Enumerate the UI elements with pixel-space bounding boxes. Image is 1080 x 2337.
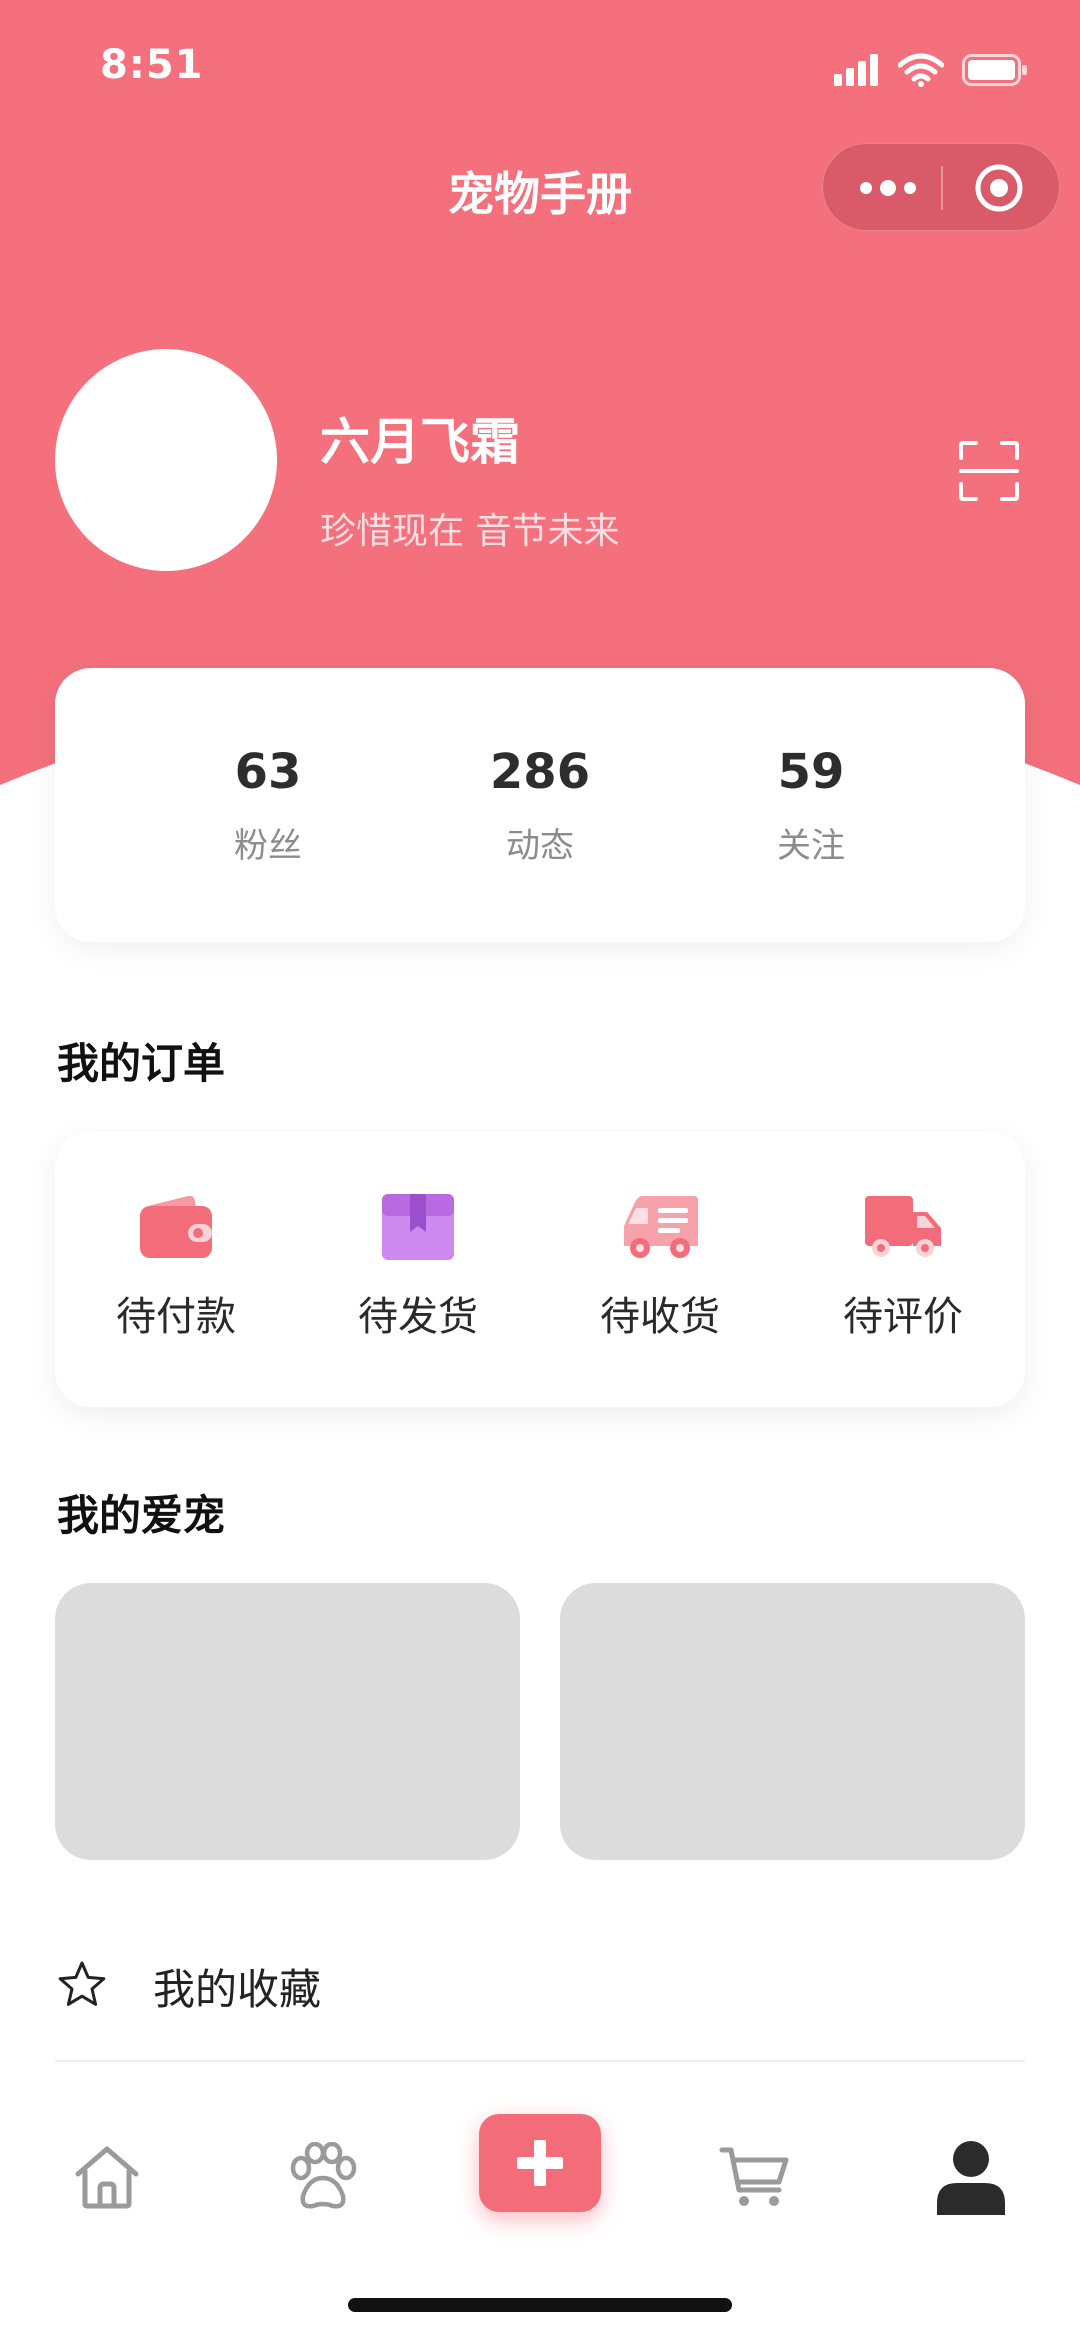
truck-icon (865, 1196, 941, 1257)
favorites-row[interactable]: 我的收藏 (55, 1940, 1025, 2062)
stat-label: 关注 (777, 826, 845, 866)
status-bar: 8:51 (0, 0, 1080, 140)
order-label: 待评价 (843, 1294, 963, 1340)
stat-value: 286 (489, 744, 591, 800)
user-icon (937, 2141, 1005, 2215)
order-label: 待发货 (358, 1294, 478, 1340)
pet-card[interactable] (55, 1583, 520, 1860)
stat-label: 粉丝 (234, 826, 302, 866)
van-icon (624, 1196, 698, 1258)
star-outline-icon (58, 1961, 106, 2006)
miniprogram-capsule (822, 143, 1060, 231)
stat-label: 动态 (506, 826, 574, 866)
favorites-label: 我的收藏 (153, 1965, 322, 2014)
username: 六月飞霜 (320, 413, 520, 471)
order-pending-shipment[interactable]: 待发货 (318, 1192, 518, 1342)
order-label: 待付款 (116, 1294, 236, 1340)
pets-section-title: 我的爱宠 (57, 1491, 226, 1540)
wallet-icon (140, 1195, 212, 1258)
stat-value: 63 (234, 744, 302, 800)
battery-icon (962, 54, 1027, 86)
user-motto: 珍惜现在 音节未来 (320, 511, 620, 552)
paw-icon (290, 2142, 357, 2209)
wifi-icon (898, 53, 944, 87)
add-icon (517, 2140, 563, 2186)
orders-section-title: 我的订单 (57, 1039, 226, 1088)
status-time: 8:51 (100, 42, 204, 88)
tab-profile[interactable] (926, 2132, 1016, 2222)
stat-fans[interactable]: 63 粉丝 (148, 748, 388, 867)
scan-icon[interactable] (958, 440, 1020, 502)
order-pending-receipt[interactable]: 待收货 (560, 1192, 760, 1342)
signal-icon (834, 54, 878, 86)
stat-value: 59 (777, 744, 845, 800)
home-indicator (348, 2298, 732, 2312)
order-pending-review[interactable]: 待评价 (803, 1192, 1003, 1342)
package-icon (382, 1194, 454, 1260)
stat-posts[interactable]: 286 动态 (420, 748, 660, 867)
more-icon[interactable] (853, 168, 923, 208)
close-miniprogram-icon[interactable] (973, 162, 1025, 214)
stats-card: 63 粉丝 286 动态 59 关注 (55, 668, 1025, 942)
order-pending-payment[interactable]: 待付款 (76, 1192, 276, 1342)
tab-cart[interactable] (710, 2132, 800, 2222)
tab-add-button[interactable] (479, 2114, 601, 2212)
capsule-divider (941, 166, 943, 210)
tab-home[interactable] (62, 2132, 152, 2222)
order-label: 待收货 (600, 1294, 720, 1340)
status-icons (834, 48, 1028, 92)
cart-icon (719, 2147, 789, 2206)
home-icon (75, 2146, 139, 2209)
pet-card[interactable] (560, 1583, 1025, 1860)
orders-card: 待付款 待发货 待收货 待评价 (55, 1132, 1025, 1407)
avatar[interactable] (55, 349, 277, 571)
tab-pets[interactable] (278, 2132, 368, 2222)
stat-following[interactable]: 59 关注 (691, 748, 931, 867)
